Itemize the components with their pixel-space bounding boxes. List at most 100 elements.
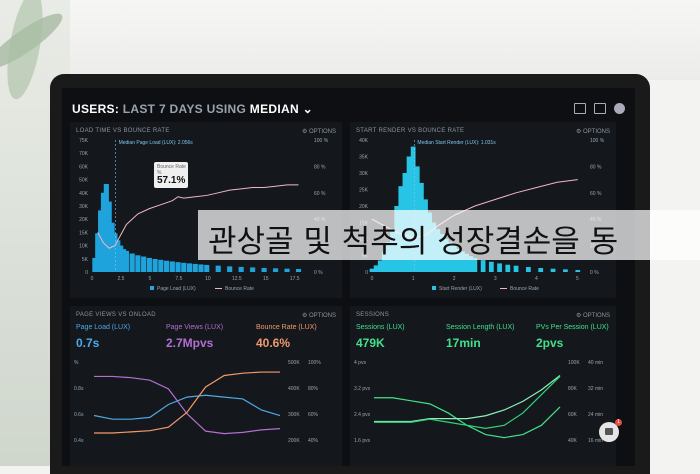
y2-tick-label: 60 % [314, 191, 326, 197]
y2-tick-label: 60K [568, 412, 578, 418]
chevron-down-icon[interactable]: ⌄ [303, 102, 313, 116]
histogram-bar [181, 262, 187, 272]
median-label: Median Page Load (LUX): 2.056s [119, 140, 194, 146]
dashboard-title[interactable]: USERS: LAST 7 DAYS USING MEDIAN ⌄ [72, 102, 313, 116]
histogram-bar [497, 263, 502, 272]
x-tick-label: 7.5 [175, 276, 182, 282]
title-using: USING [206, 102, 247, 116]
y2-tick-label: 40K [568, 438, 578, 444]
y2-tick-label: 100 % [590, 138, 605, 144]
histogram-bar [227, 266, 233, 272]
series-line [374, 375, 561, 430]
y-tick-label: 1.6 pvs [354, 438, 371, 444]
y2-tick-label: 400K [288, 386, 300, 392]
title-metric: MEDIAN [249, 102, 299, 116]
legend-label: Start Render (LUX) [439, 286, 482, 292]
x-tick-label: 0 [371, 276, 374, 282]
x-tick-label: 1 [412, 276, 415, 282]
y-tick-label: 5K [82, 257, 89, 263]
legend-start-render: Start Render (LUX) [432, 286, 482, 292]
y2-tick-label: 80K [568, 386, 578, 392]
y-tick-label: 30K [79, 204, 89, 210]
page-views-chart: % 0.8s 0.6s 0.4s 500K 400K 300K 200K 100% 80% 60% 4… [74, 360, 321, 444]
histogram-bar [158, 259, 164, 272]
histogram-bar [273, 268, 279, 272]
histogram-bar [488, 261, 494, 272]
y-tick-label: 15K [79, 230, 89, 236]
legend-page-load: Page Load (LUX) [150, 286, 196, 292]
histogram-bar [513, 265, 519, 272]
histogram-bar [261, 267, 267, 272]
histogram-bar [146, 257, 152, 272]
x-tick-label: 2 [453, 276, 456, 282]
median-label: Median Start Render (LUX): 1.031s [417, 140, 496, 146]
y-tick-label: 40K [79, 191, 89, 197]
sessions-chart: 4 pvs 3.2 pvs 2.4 pvs 1.6 pvs 100K 80K 60K 40K 4… [354, 360, 603, 444]
histogram-bar [538, 268, 544, 272]
y2-tick-label: 500K [288, 360, 300, 366]
x-tick-label: 10 [205, 276, 211, 282]
histogram-bar [295, 269, 302, 272]
y2-tick-label: 0 % [590, 270, 599, 276]
histogram-bar [141, 256, 147, 272]
y-tick-label: 20K [79, 217, 89, 223]
x-tick-label: 3 [494, 276, 497, 282]
x-tick-label: 15 [263, 276, 269, 282]
series-line [93, 394, 281, 420]
y-tick-label: 0 [85, 270, 88, 276]
histogram-bar [238, 266, 244, 272]
sessions-panel: SESSIONS ⚙ OPTIONS Sessions (LUX) 479K S… [350, 306, 616, 466]
series-line [374, 375, 561, 423]
y2-tick-label: 100 % [314, 138, 329, 144]
x-tick-label: 2.5 [117, 276, 124, 282]
histogram-bar [215, 265, 221, 272]
y-tick-label: 4 pvs [354, 360, 366, 366]
histogram-bar [123, 250, 129, 272]
y-tick-label: 50K [79, 178, 89, 184]
x-tick-label: 0 [91, 276, 94, 282]
y2-tick-label: 60 % [590, 191, 602, 197]
histogram-bar [175, 262, 181, 272]
histogram-bar [480, 260, 486, 272]
series-line [94, 371, 280, 434]
y-tick-label: 0.6s [74, 412, 84, 418]
histogram-bar [550, 268, 556, 272]
histogram-bar [204, 264, 210, 272]
histogram-bar [563, 269, 568, 272]
y-tick-label: 2.4 pvs [354, 412, 371, 418]
histogram-bar [575, 270, 581, 272]
caption-banner: 관상골 및 척추의 성장결손을 동 [198, 210, 700, 260]
chat-icon [605, 428, 613, 435]
histogram-bar [198, 264, 204, 272]
y-tick-label: 40K [359, 138, 369, 144]
y-tick-label: 0.8s [74, 386, 84, 392]
y-tick-label: 60K [79, 164, 89, 170]
histogram-bar [135, 255, 141, 272]
histogram-bar [377, 260, 383, 272]
x-tick-label: 5 [576, 276, 579, 282]
y3-tick-label: 80% [308, 386, 319, 392]
chart-icon[interactable] [594, 103, 606, 114]
title-prefix: USERS: [72, 102, 120, 116]
y-tick-label: 0.4s [74, 438, 84, 444]
y3-tick-label: 32 min [588, 386, 603, 392]
histogram-bar [169, 261, 175, 272]
y-tick-label: 70K [79, 151, 89, 157]
tooltip-value: 57.1% [157, 175, 186, 186]
y2-tick-label: 80 % [590, 164, 602, 170]
y-tick-label: 35K [359, 155, 369, 161]
y-tick-label: 30K [359, 171, 369, 177]
histogram-bar [164, 260, 170, 272]
x-tick-label: 4 [535, 276, 538, 282]
y-tick-label: 25K [359, 188, 369, 194]
y-tick-label: % [74, 360, 79, 366]
histogram-bar [526, 267, 531, 272]
page-views-panel: PAGE VIEWS VS ONLOAD ⚙ OPTIONS Page Load… [70, 306, 342, 466]
histogram-bar [186, 263, 193, 272]
y3-tick-label: 40 min [588, 360, 603, 366]
x-tick-label: 12.5 [232, 276, 242, 282]
histogram-bar [284, 268, 290, 272]
help-icon[interactable] [614, 103, 625, 114]
histogram-bar [505, 264, 511, 272]
monitor-icon[interactable] [574, 103, 586, 114]
